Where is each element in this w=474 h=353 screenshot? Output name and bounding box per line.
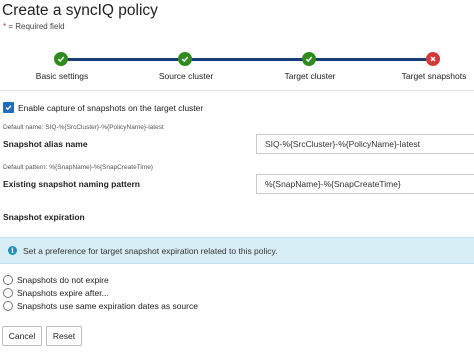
divider (0, 90, 474, 91)
pattern-label: Existing snapshot naming pattern (3, 179, 140, 189)
wizard-step-target-cluster[interactable]: Target cluster (284, 71, 335, 81)
enable-capture-label: Enable capture of snapshots on the targe… (18, 102, 204, 113)
radio-same-as-source[interactable]: Snapshots use same expiration dates as s… (3, 301, 198, 311)
enable-capture-checkbox[interactable] (3, 102, 14, 113)
page-title: Create a syncIQ policy (2, 2, 158, 19)
radio-label: Snapshots use same expiration dates as s… (17, 301, 198, 311)
pattern-hint: Default pattern: %{SnapName}-%{SnapCreat… (3, 164, 154, 171)
radio-button[interactable] (3, 301, 13, 311)
info-icon: i (8, 246, 17, 255)
radio-no-expire[interactable]: Snapshots do not expire (3, 275, 109, 285)
radio-button[interactable] (3, 288, 13, 298)
radio-button[interactable] (3, 275, 13, 285)
wizard-step-source-cluster[interactable]: Source cluster (159, 71, 213, 81)
wizard-connector (67, 58, 434, 61)
wizard-step-basic-settings[interactable]: Basic settings (36, 71, 88, 81)
snapshot-pattern-input[interactable]: %{SnapName}-%{SnapCreateTime} (256, 174, 474, 194)
radio-label: Snapshots expire after... (17, 288, 109, 298)
step-error-x-icon (426, 52, 440, 66)
step-complete-check-icon (178, 52, 192, 66)
alias-hint: Default name: SIQ-%{SrcCluster}-%{Policy… (3, 124, 164, 131)
step-complete-check-icon (54, 52, 68, 66)
reset-button[interactable]: Reset (46, 326, 82, 346)
enable-capture-row[interactable]: Enable capture of snapshots on the targe… (3, 102, 203, 113)
required-star: * (3, 22, 7, 31)
expiration-heading: Snapshot expiration (3, 212, 85, 222)
alias-label: Snapshot alias name (3, 139, 88, 149)
radio-expire-after[interactable]: Snapshots expire after... (3, 288, 109, 298)
required-field-text: = Required field (8, 22, 65, 31)
info-banner: i Set a preference for target snapshot e… (0, 237, 474, 264)
info-text: Set a preference for target snapshot exp… (23, 245, 278, 256)
step-complete-check-icon (302, 52, 316, 66)
wizard-progress: Basic settings Source cluster Target clu… (0, 44, 474, 90)
required-field-note: * = Required field (3, 22, 65, 31)
radio-label: Snapshots do not expire (17, 275, 109, 285)
wizard-step-target-snapshots[interactable]: Target snapshots (402, 71, 467, 81)
snapshot-alias-input[interactable]: SIQ-%{SrcCluster}-%{PolicyName}-latest (256, 134, 474, 154)
cancel-button[interactable]: Cancel (2, 326, 42, 346)
